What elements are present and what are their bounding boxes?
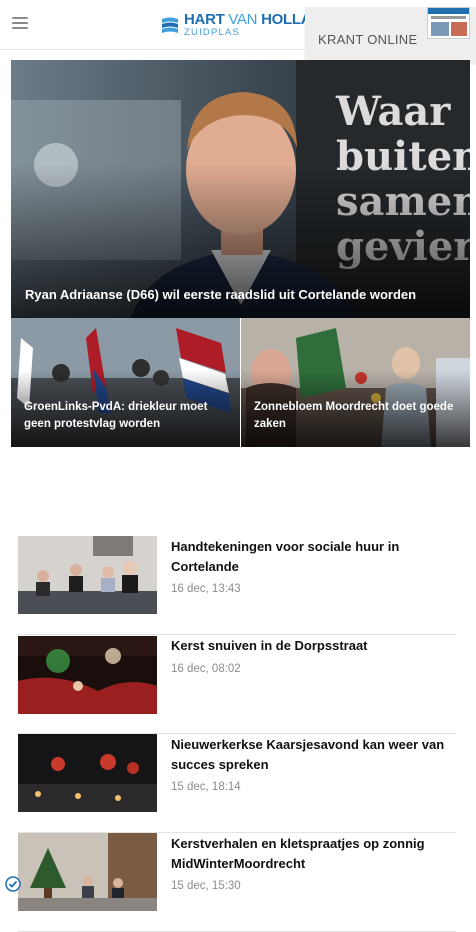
article-title: Kerst snuiven in de Dorpsstraat [171,638,368,653]
site-header: HART VAN HOLLAN ZUIDPLAS KRANT ONLINE [0,0,476,64]
article-title: Kerstverhalen en kletspraatjes op zonnig… [171,836,425,871]
hero-article[interactable]: Waar buiten samen gevier Ryan Adriaanse … [11,60,470,318]
site-logo[interactable]: HART VAN HOLLAN ZUIDPLAS [160,12,322,38]
article-thumbnail [18,734,157,812]
hero-title: Ryan Adriaanse (D66) wil eerste raadslid… [25,287,417,302]
logo-subtitle: ZUIDPLAS [184,27,241,39]
article-title: Nieuwerkerkse Kaarsjesavond kan weer van… [171,737,445,772]
tile-title: GroenLinks-PvdA: driekleur moet geen pro… [24,401,208,430]
article-thumbnail [18,833,157,911]
article-thumbnail [18,536,157,614]
article-time: 16 dec, 08:02 [171,663,241,675]
logo-wordmark: HART VAN HOLLAN [184,11,322,29]
menu-icon[interactable] [12,16,30,30]
krant-online-label: KRANT ONLINE [318,32,418,47]
tile-article[interactable]: GroenLinks-PvdA: driekleur moet geen pro… [11,318,240,447]
krant-online-button[interactable]: KRANT ONLINE [305,7,476,64]
article-time: 15 dec, 15:30 [171,880,241,892]
logo-mark-icon [162,17,178,33]
list-item[interactable]: Kerstverhalen en kletspraatjes op zonnig… [18,833,456,932]
tile-title: Zonnebloem Moordrecht doet goede zaken [254,401,454,430]
svg-text:Waar: Waar [335,88,451,135]
article-time: 16 dec, 13:43 [171,583,241,595]
verified-badge-icon[interactable] [5,876,21,892]
list-item[interactable]: Handtekeningen voor sociale huur in Cort… [18,536,456,635]
tile-article[interactable]: Zonnebloem Moordrecht doet goede zaken [241,318,470,447]
article-title: Handtekeningen voor sociale huur in Cort… [171,539,400,574]
article-thumbnail [18,636,157,714]
list-item[interactable]: Nieuwerkerkse Kaarsjesavond kan weer van… [18,734,456,833]
article-time: 15 dec, 18:14 [171,781,241,793]
article-list: Handtekeningen voor sociale huur in Cort… [18,536,456,932]
list-item[interactable]: Kerst snuiven in de Dorpsstraat 16 dec, … [18,635,456,734]
newspaper-thumbnail [427,7,470,39]
